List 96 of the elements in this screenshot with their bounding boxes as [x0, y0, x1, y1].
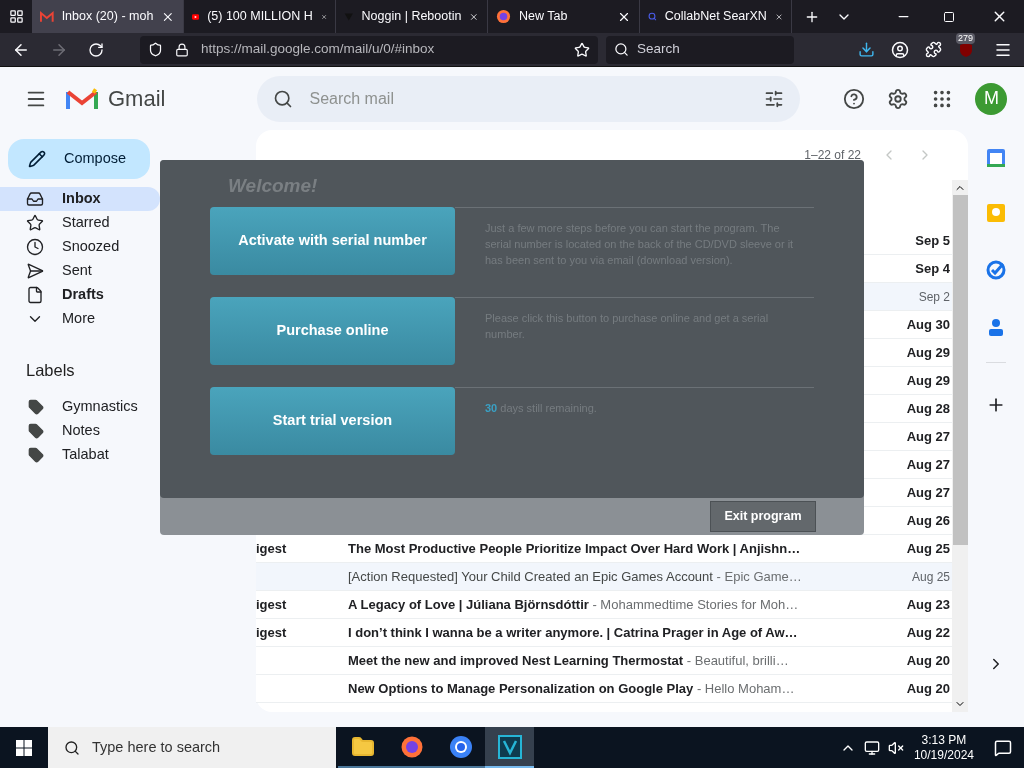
fox-logo-icon — [496, 9, 511, 24]
url-text: https://mail.google.com/mail/u/0/#inbox — [201, 40, 436, 59]
lock-icon — [175, 42, 189, 57]
date-text: Aug 20 — [905, 651, 951, 670]
date-text: Aug 27 — [905, 427, 951, 446]
muted-volume-icon[interactable] — [887, 739, 904, 756]
time-text: 3:13 PM — [921, 732, 967, 748]
taskbar-app[interactable] — [485, 727, 534, 768]
nav-item[interactable]: Sent — [0, 259, 160, 283]
date-text: Aug 27 — [905, 483, 951, 502]
extensions-icon[interactable] — [925, 41, 942, 58]
settings-icon[interactable] — [887, 87, 910, 110]
label-icon — [28, 446, 44, 463]
reload-icon[interactable] — [88, 41, 104, 58]
calendar-icon[interactable] — [986, 148, 1006, 168]
clock[interactable]: 3:13 PM 10/19/2024 — [913, 732, 974, 763]
shield-icon — [148, 42, 163, 57]
date-text: Sep 4 — [914, 259, 951, 278]
scrollbar[interactable] — [952, 180, 968, 712]
label-icon — [28, 398, 44, 415]
date-text: Aug 29 — [905, 371, 951, 390]
date-text: Aug 26 — [905, 511, 951, 530]
subject-text: Meet the new and improved Nest Learning Thermostat - Beautiful, brilli… — [348, 651, 790, 670]
search-icon — [64, 739, 80, 756]
date-text: Aug 25 — [905, 539, 951, 558]
search-field[interactable]: Search — [606, 35, 794, 64]
star-icon — [26, 214, 44, 232]
subject-text: [Action Requested] Your Child Created an Epic Games Account - Epic Game… — [348, 567, 803, 586]
restore-icon[interactable] — [943, 10, 955, 23]
ring-logo-icon — [448, 734, 473, 759]
date-text: Sep 5 — [914, 231, 951, 250]
inbox-icon — [26, 190, 44, 208]
subject-text: The Most Productive People Prioritize Impact Over Hard Work | Anjishn… — [348, 539, 802, 558]
exit-button[interactable]: Exit program — [710, 501, 816, 532]
date-text: Aug 27 — [905, 455, 951, 474]
sender-text: igest — [256, 623, 288, 642]
date-text: Aug 25 — [910, 568, 951, 586]
subject-text: New Options to Manage Personalization on Google Play - Hello Moham… — [348, 679, 796, 698]
nav-item[interactable]: Snoozed — [0, 235, 160, 259]
help-icon[interactable] — [843, 87, 866, 110]
network-icon[interactable] — [863, 739, 880, 756]
file-icon — [26, 286, 44, 304]
date-text: Aug 30 — [905, 315, 951, 334]
date-text: Aug 23 — [905, 595, 951, 614]
gmail-logo-icon — [66, 86, 98, 111]
mail-logo-icon — [40, 10, 54, 23]
clock-icon — [26, 238, 44, 256]
fox-logo-icon — [399, 734, 424, 759]
tab-title: CollabNet SearXN — [664, 8, 767, 26]
tab-title: (5) 100 MILLION H — [207, 8, 313, 26]
download-icon[interactable] — [858, 41, 875, 58]
date-text: Aug 20 — [905, 679, 951, 698]
search-icon — [273, 88, 294, 109]
url-field[interactable]: https://mail.google.com/mail/u/0/#inbox — [140, 35, 598, 64]
account-icon[interactable] — [891, 40, 909, 59]
date-text: Aug 29 — [905, 343, 951, 362]
date-text: 10/19/2024 — [913, 747, 974, 763]
search-placeholder: Type here to search — [92, 737, 221, 757]
search-icon — [614, 42, 629, 57]
email-row[interactable]: [Action Requested] Your Child Created an Epic Games Account - Epic Game… Aug 25 — [256, 563, 952, 591]
browser-tab[interactable]: Inbox (20) - moh — [32, 0, 184, 33]
person-icon[interactable] — [986, 317, 1006, 337]
pencil-icon — [28, 150, 46, 168]
date-text: Sep 2 — [917, 288, 951, 306]
nav-item[interactable]: More — [0, 307, 160, 331]
labels-heading: Labels — [26, 360, 76, 381]
sender-text: igest — [256, 595, 288, 614]
avatar[interactable]: M — [975, 82, 1008, 115]
nav-item[interactable]: Inbox — [0, 187, 160, 211]
app-name: Gmail — [108, 85, 166, 113]
date-text: Aug 22 — [905, 623, 951, 642]
search-placeholder: Search — [637, 40, 680, 59]
subject-text: I don’t think I wanna be a writer anymore. | Catrina Prager in Age of Aw… — [348, 623, 799, 642]
search-placeholder: Search mail — [309, 88, 395, 109]
subject-text: A Legacy of Love | Júliana Björnsdóttir - Mohammedtime Stories for Moh… — [348, 595, 800, 614]
compose-button[interactable]: Compose — [8, 139, 150, 179]
nav-item[interactable]: Starred — [0, 211, 160, 235]
date-text: Aug 28 — [905, 399, 951, 418]
tab-title: Inbox (20) - moh — [61, 8, 154, 26]
task-check-icon[interactable] — [986, 260, 1006, 280]
sender-text: igest — [256, 539, 288, 558]
folder-icon — [350, 734, 375, 759]
tab-list-icon[interactable] — [8, 9, 24, 24]
taskbar-search-field[interactable]: Type here to search — [48, 727, 336, 768]
v-logo-icon — [497, 734, 522, 759]
bookmark-star-icon[interactable] — [574, 41, 590, 58]
filter-icon[interactable] — [764, 88, 785, 109]
addon-badge: 279 — [956, 32, 976, 44]
tab-title: Noggin | Rebootin — [361, 8, 462, 26]
notifications-icon[interactable] — [994, 738, 1012, 757]
pagination-text: 1–22 of 22 — [804, 147, 861, 164]
nav-item[interactable]: Drafts — [0, 283, 160, 307]
label-icon — [28, 422, 44, 439]
send-icon — [26, 262, 44, 280]
tab-title: New Tab — [519, 8, 569, 26]
start-icon[interactable] — [16, 739, 32, 756]
